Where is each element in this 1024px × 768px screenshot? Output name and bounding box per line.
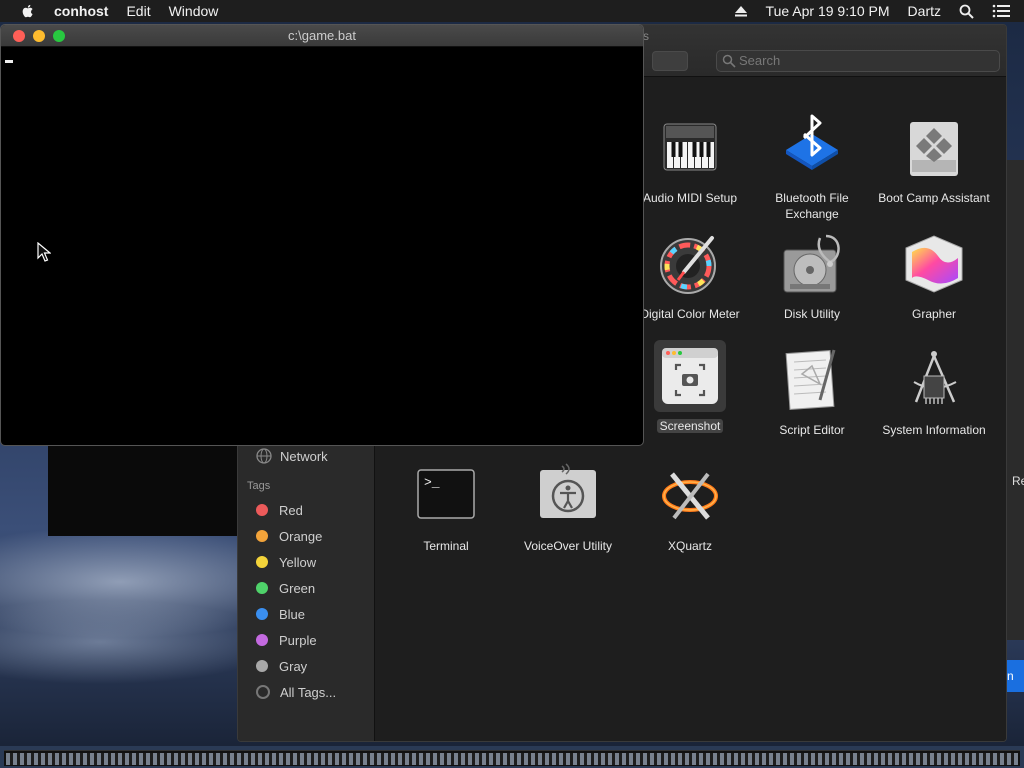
sidebar-tags-heading: Tags xyxy=(247,480,271,492)
sidebar-tag-label: Gray xyxy=(279,658,308,674)
tag-dot-icon xyxy=(256,660,268,672)
boot-camp-assistant-icon xyxy=(910,122,958,176)
terminal-icon: >_ xyxy=(417,469,475,519)
app-system-information[interactable]: System Information xyxy=(874,344,994,438)
sidebar-all-tags[interactable]: All Tags... xyxy=(256,682,336,702)
app-label: Terminal xyxy=(423,539,469,553)
background-window-text: Re xyxy=(1012,474,1024,488)
app-audio-midi-setup[interactable]: Audio MIDI Setup xyxy=(630,112,750,206)
console-titlebar[interactable]: c:\game.bat xyxy=(1,25,643,47)
notification-center-icon[interactable] xyxy=(992,4,1010,18)
sidebar-tag-label: Yellow xyxy=(279,554,317,570)
menu-app-name[interactable]: conhost xyxy=(54,0,108,22)
sidebar-tag-blue[interactable]: Blue xyxy=(256,604,305,624)
digital-color-meter-icon xyxy=(660,236,716,294)
sidebar-tag-label: Green xyxy=(279,580,316,596)
app-grapher[interactable]: Grapher xyxy=(874,228,994,322)
grapher-icon xyxy=(905,235,963,293)
app-label: Screenshot xyxy=(656,419,724,433)
tag-dot-icon xyxy=(256,530,268,542)
menu-window[interactable]: Window xyxy=(169,0,219,22)
network-icon xyxy=(256,448,272,464)
background-window-left xyxy=(48,440,248,536)
sidebar-tag-label: Purple xyxy=(279,632,317,648)
app-label: Digital Color Meter xyxy=(640,307,740,321)
close-button[interactable] xyxy=(13,30,25,42)
screenshot-icon xyxy=(662,348,718,404)
sidebar-tag-green[interactable]: Green xyxy=(256,578,315,598)
app-label: Grapher xyxy=(911,307,957,321)
zoom-button[interactable] xyxy=(53,30,65,42)
menu-edit[interactable]: Edit xyxy=(126,0,150,22)
app-label: Bluetooth File Exchange xyxy=(775,191,849,221)
script-editor-icon xyxy=(785,349,836,411)
app-digital-color-meter[interactable]: Digital Color Meter xyxy=(630,228,750,322)
sidebar-tag-red[interactable]: Red xyxy=(256,500,303,520)
console-title: c:\game.bat xyxy=(288,28,356,43)
app-boot-camp-assistant[interactable]: Boot Camp Assistant xyxy=(874,112,994,206)
sidebar-tag-gray[interactable]: Gray xyxy=(256,656,307,676)
menu-bar-extras: Tue Apr 19 9:10 PM Dartz xyxy=(716,0,1010,22)
dock-icons[interactable] xyxy=(6,753,1018,765)
tag-dot-icon xyxy=(256,504,268,516)
app-terminal[interactable]: >_ Terminal xyxy=(386,460,506,554)
svg-text:>_: >_ xyxy=(424,475,440,490)
tag-dot-icon xyxy=(256,582,268,594)
console-window[interactable]: c:\game.bat xyxy=(0,24,644,446)
menu-clock[interactable]: Tue Apr 19 9:10 PM xyxy=(766,3,890,19)
app-label: Boot Camp Assistant xyxy=(878,191,990,205)
app-xquartz[interactable]: XQuartz xyxy=(630,460,750,554)
background-window-button[interactable]: n xyxy=(1005,660,1024,692)
app-label: Audio MIDI Setup xyxy=(642,191,738,205)
sidebar-tag-orange[interactable]: Orange xyxy=(256,526,322,546)
mouse-pointer-icon xyxy=(37,242,51,262)
sidebar-tag-label: Orange xyxy=(279,528,323,544)
menu-bar: conhost Edit Window Tue Apr 19 9:10 PM D… xyxy=(0,0,1024,22)
app-label: System Information xyxy=(882,423,986,437)
app-bluetooth-file-exchange[interactable]: Bluetooth File Exchange xyxy=(752,112,872,222)
app-label: XQuartz xyxy=(667,539,712,553)
sidebar-tag-yellow[interactable]: Yellow xyxy=(256,552,316,572)
bluetooth-file-exchange-icon xyxy=(786,114,838,170)
disk-utility-icon xyxy=(783,234,840,293)
minimize-button[interactable] xyxy=(33,30,45,42)
background-window-right: Re n xyxy=(1004,160,1024,692)
all-tags-icon xyxy=(256,685,270,699)
dock[interactable] xyxy=(4,750,1020,766)
search-icon xyxy=(722,54,736,68)
sidebar-tag-label: Red xyxy=(279,502,303,518)
tag-dot-icon xyxy=(256,608,268,620)
selection-highlight xyxy=(654,340,726,412)
app-label: VoiceOver Utility xyxy=(523,539,613,553)
eject-icon[interactable] xyxy=(734,5,748,17)
tag-dot-icon xyxy=(256,634,268,646)
spotlight-icon[interactable] xyxy=(959,4,974,19)
app-script-editor[interactable]: Script Editor xyxy=(752,344,872,438)
app-disk-utility[interactable]: Disk Utility xyxy=(752,228,872,322)
sidebar-tag-label: All Tags... xyxy=(280,684,337,700)
voiceover-utility-icon xyxy=(540,463,596,518)
audio-midi-setup-icon xyxy=(663,123,717,171)
app-screenshot[interactable]: Screenshot xyxy=(630,340,750,434)
text-cursor xyxy=(5,60,13,63)
menu-user[interactable]: Dartz xyxy=(908,3,941,19)
system-information-icon xyxy=(913,351,957,404)
tag-dot-icon xyxy=(256,556,268,568)
app-label: Script Editor xyxy=(779,423,845,437)
sidebar-item-network[interactable]: Network xyxy=(256,446,328,466)
sidebar-tag-purple[interactable]: Purple xyxy=(256,630,317,650)
finder-share-button[interactable] xyxy=(652,51,688,71)
sidebar-item-label: Network xyxy=(280,448,328,464)
apple-menu-icon[interactable] xyxy=(20,3,36,19)
app-label: Disk Utility xyxy=(784,307,840,321)
xquartz-icon xyxy=(662,472,718,520)
search-placeholder: Search xyxy=(739,53,781,68)
app-voiceover-utility[interactable]: VoiceOver Utility xyxy=(508,460,628,554)
finder-search-field[interactable]: Search xyxy=(716,50,1000,72)
sidebar-tag-label: Blue xyxy=(279,606,306,622)
